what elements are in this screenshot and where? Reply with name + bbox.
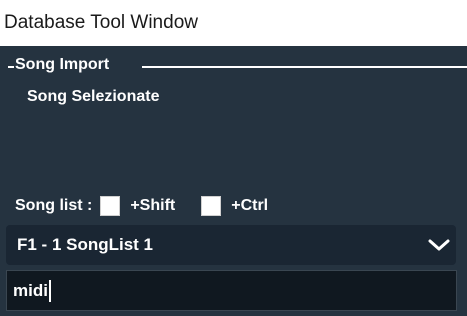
shift-checkbox[interactable] (100, 196, 121, 216)
window-title: Database Tool Window (0, 0, 467, 46)
songlist-dropdown[interactable]: F1 - 1 SongList 1 (6, 225, 456, 265)
shift-checkbox-label: +Shift (130, 197, 176, 214)
groupbox-border-right (142, 66, 467, 68)
song-import-panel: Song Import Song Selezionate Song list :… (0, 46, 467, 316)
song-list-label: Song list : (15, 197, 93, 214)
ctrl-checkbox[interactable] (201, 196, 222, 216)
ctrl-checkbox-label: +Ctrl (231, 197, 269, 214)
selected-songs-label: Song Selezionate (27, 88, 160, 105)
songlist-dropdown-value: F1 - 1 SongList 1 (17, 235, 154, 254)
song-list-options: Song list : +Shift +Ctrl (15, 193, 268, 219)
groupbox-border-left (8, 66, 14, 68)
chevron-down-icon (428, 239, 450, 251)
search-input[interactable]: midi (6, 270, 457, 311)
group-title: Song Import (15, 56, 110, 73)
search-input-value: midi (13, 280, 48, 300)
text-caret (48, 279, 51, 302)
